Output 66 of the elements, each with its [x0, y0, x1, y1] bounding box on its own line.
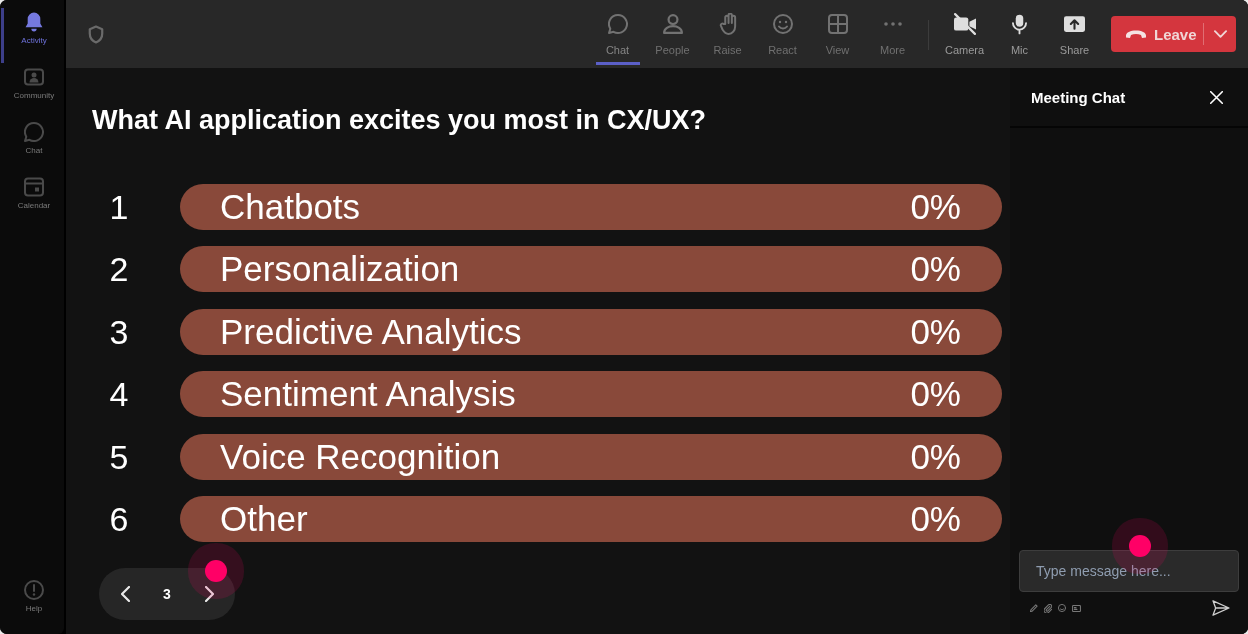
option-bar[interactable]: Chatbots 0%	[180, 184, 1002, 230]
option-result: 0%	[910, 497, 961, 540]
option-bar[interactable]: Sentiment Analysis 0%	[180, 371, 1002, 418]
option-bar[interactable]: Voice Recognition 0%	[180, 433, 1002, 480]
toolbar-button[interactable]: Raise	[700, 0, 755, 68]
option-label: Predictive Analytics	[220, 310, 522, 353]
grid-icon	[827, 13, 848, 35]
sidebar-item[interactable]: Chat	[1, 118, 64, 173]
message-input[interactable]: Type message here...	[1019, 550, 1239, 592]
phone-icon	[1126, 30, 1146, 38]
mic-button[interactable]: Mic	[992, 0, 1047, 68]
option-number: 3	[108, 311, 130, 352]
close-icon	[1209, 90, 1223, 104]
share-button[interactable]: Share	[1047, 0, 1102, 68]
help-button[interactable]: Help	[1, 576, 64, 631]
page-number: 3	[162, 585, 172, 602]
shield-icon	[88, 24, 104, 44]
chevron-left-icon	[120, 585, 130, 602]
more-icon	[883, 22, 902, 26]
option-result: 0%	[910, 435, 961, 478]
sidebar-item[interactable]: Community	[1, 63, 64, 118]
toolbar-button[interactable]: View	[810, 0, 865, 68]
microphone-icon	[1012, 13, 1027, 35]
option-bar[interactable]: Predictive Analytics 0%	[180, 308, 1002, 355]
chevron-right-icon	[204, 585, 214, 602]
hand-icon	[717, 13, 738, 35]
option-label: Chatbots	[220, 186, 361, 228]
option-label: Sentiment Analysis	[220, 373, 516, 416]
option-result: 0%	[910, 310, 961, 353]
camera-button[interactable]: Camera	[937, 0, 992, 68]
chat-title: Meeting Chat	[1031, 88, 1126, 106]
chat-bubble-icon	[24, 122, 44, 142]
caret-icon	[1213, 30, 1227, 38]
pen-icon[interactable]	[1030, 604, 1038, 612]
option-number: 6	[108, 498, 130, 539]
option-result: 0%	[910, 186, 961, 228]
option-bar[interactable]: Personalization 0%	[180, 246, 1002, 293]
option-result: 0%	[910, 248, 961, 291]
help-icon	[24, 580, 44, 600]
person-icon	[662, 13, 683, 35]
card-icon[interactable]	[1072, 604, 1081, 612]
toolbar-button[interactable]: People	[645, 0, 700, 68]
team-icon	[24, 67, 44, 87]
chat-bubble-icon	[607, 13, 628, 35]
option-label: Personalization	[220, 248, 460, 291]
option-label: Other	[220, 497, 308, 540]
option-number: 1	[108, 187, 130, 227]
option-number: 5	[108, 436, 130, 477]
sidebar-item[interactable]: Calendar	[1, 173, 64, 228]
toolbar-button[interactable]: React	[755, 0, 810, 68]
option-label: Voice Recognition	[220, 435, 501, 478]
toolbar-button[interactable]: More	[865, 0, 920, 68]
calendar-icon	[24, 177, 44, 197]
camera-off-icon	[953, 13, 976, 35]
smiley-icon	[772, 13, 793, 35]
paperclip-icon[interactable]	[1044, 603, 1052, 613]
share-screen-icon	[1064, 13, 1085, 35]
bell-icon	[24, 12, 44, 32]
option-number: 4	[108, 374, 130, 415]
leave-button[interactable]: Leave	[1111, 16, 1236, 52]
send-icon[interactable]	[1212, 600, 1230, 616]
smiley-icon[interactable]	[1058, 604, 1066, 612]
option-bar[interactable]: Other 0%	[180, 495, 1002, 542]
poll-question: What AI application excites you most in CX/UX?	[92, 104, 707, 136]
option-result: 0%	[910, 373, 961, 416]
option-number: 2	[108, 249, 130, 290]
